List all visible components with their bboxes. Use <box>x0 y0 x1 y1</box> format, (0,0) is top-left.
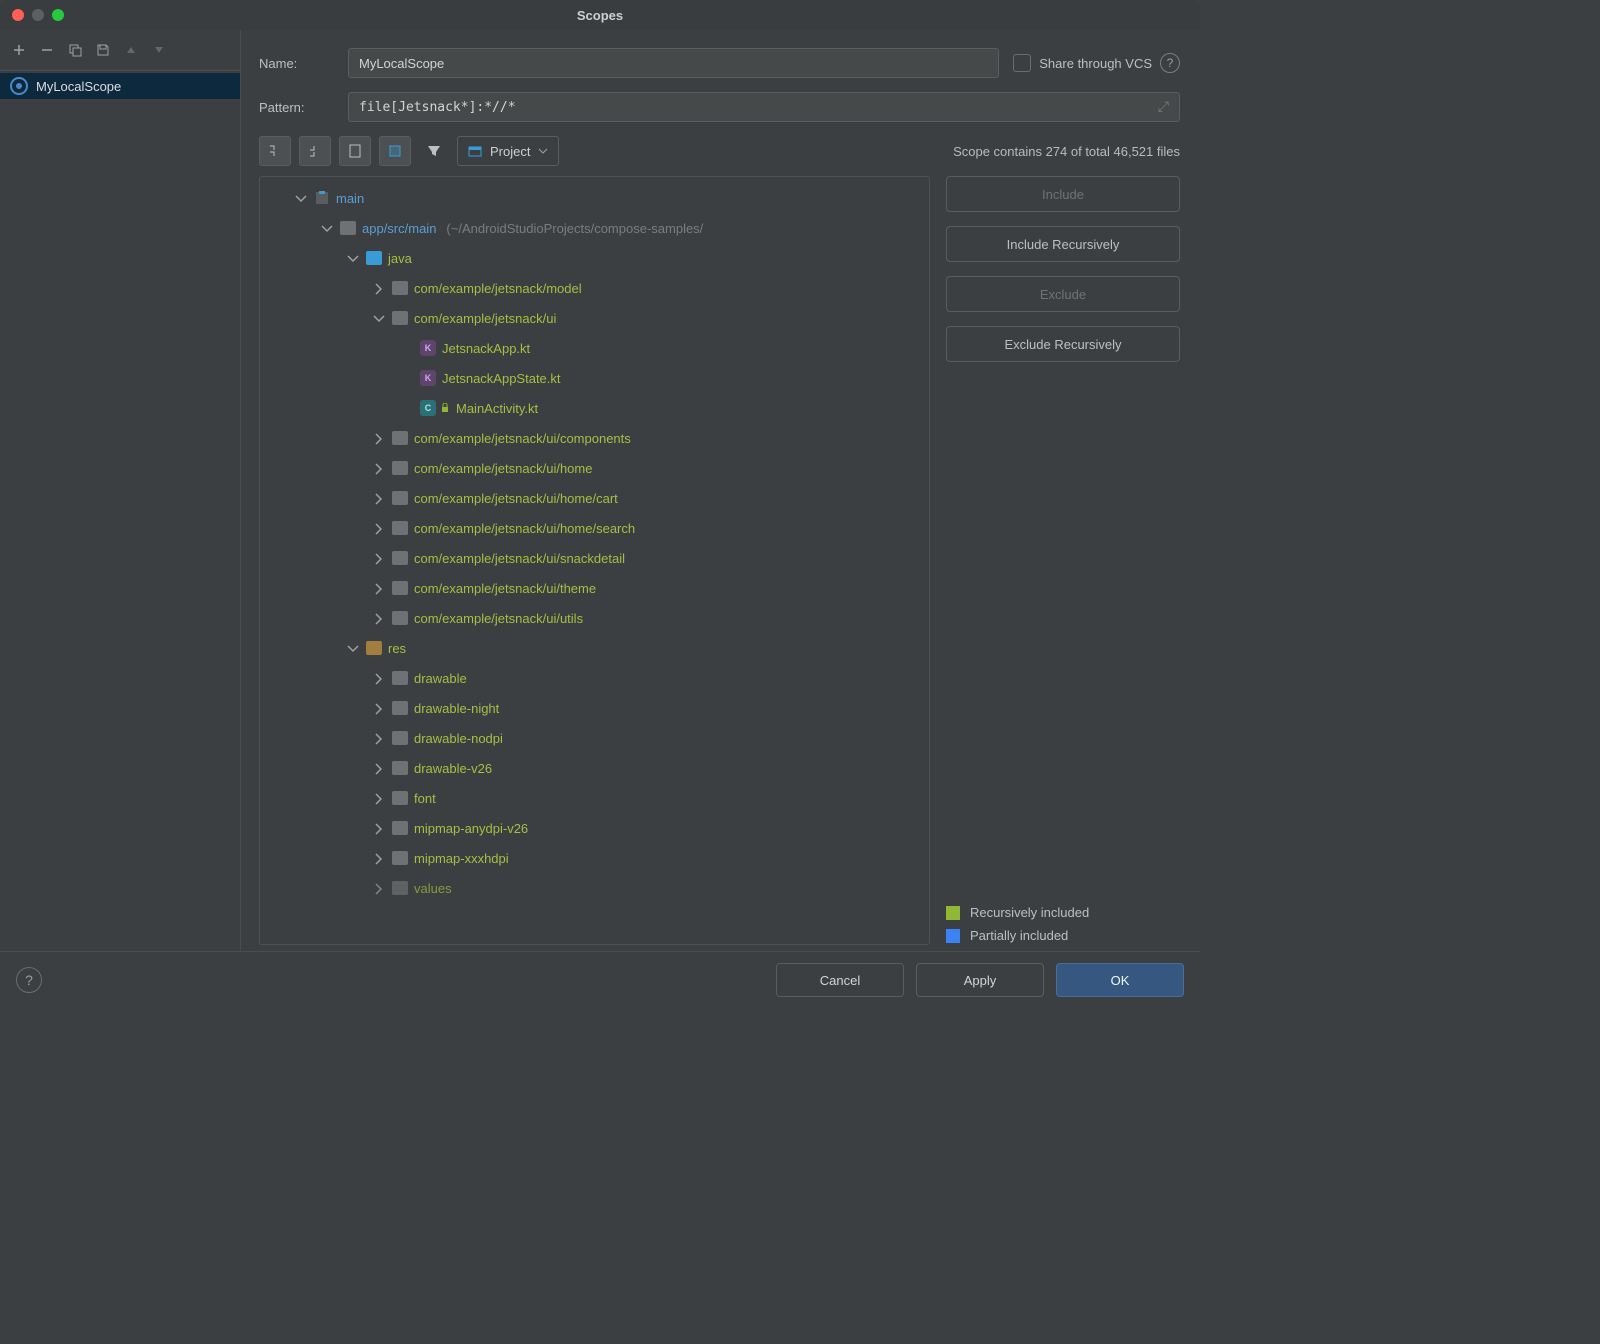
tree-file[interactable]: K JetsnackAppState.kt <box>260 363 929 393</box>
add-icon[interactable] <box>6 38 32 62</box>
legend-recursive: Recursively included <box>946 905 1180 920</box>
tree-node-java[interactable]: java <box>260 243 929 273</box>
folder-icon <box>392 851 408 865</box>
tree-node-main[interactable]: main <box>260 183 929 213</box>
folder-icon <box>392 671 408 685</box>
folder-icon <box>392 731 408 745</box>
kotlin-file-icon: K <box>420 340 436 356</box>
new-file-icon[interactable] <box>339 136 371 166</box>
tree-node[interactable]: mipmap-xxxhdpi <box>260 843 929 873</box>
scope-stats: Scope contains 274 of total 46,521 files <box>953 144 1180 159</box>
folder-icon <box>392 761 408 775</box>
window-title: Scopes <box>0 8 1200 23</box>
folder-icon <box>392 431 408 445</box>
ok-button[interactable]: OK <box>1056 963 1184 997</box>
expand-tree-icon[interactable] <box>259 136 291 166</box>
share-through-vcs-checkbox[interactable]: Share through VCS ? <box>1013 53 1180 73</box>
tree-node[interactable]: com/example/jetsnack/ui/components <box>260 423 929 453</box>
lock-icon <box>440 403 450 413</box>
module-icon <box>314 190 330 206</box>
tree-node[interactable]: drawable-v26 <box>260 753 929 783</box>
tree-node-res[interactable]: res <box>260 633 929 663</box>
folder-icon <box>392 581 408 595</box>
save-icon[interactable] <box>90 38 116 62</box>
folder-icon <box>340 221 356 235</box>
titlebar: Scopes <box>0 0 1200 30</box>
folder-icon <box>392 491 408 505</box>
folder-icon <box>392 281 408 295</box>
scope-item-label: MyLocalScope <box>36 79 121 94</box>
scope-item-mylocalscope[interactable]: MyLocalScope <box>0 73 240 99</box>
tree-node[interactable]: com/example/jetsnack/ui/home/cart <box>260 483 929 513</box>
move-down-icon <box>146 38 172 62</box>
folder-icon <box>392 461 408 475</box>
tree-file[interactable]: K JetsnackApp.kt <box>260 333 929 363</box>
folder-icon <box>392 791 408 805</box>
pattern-label: Pattern: <box>259 100 334 115</box>
tree-node[interactable]: drawable-night <box>260 693 929 723</box>
scope-radio-icon <box>10 77 28 95</box>
project-icon <box>468 145 482 157</box>
folder-icon <box>392 821 408 835</box>
tree-node[interactable]: com/example/jetsnack/ui/snackdetail <box>260 543 929 573</box>
exclude-recursively-button[interactable]: Exclude Recursively <box>946 326 1180 362</box>
include-button[interactable]: Include <box>946 176 1180 212</box>
name-input[interactable]: MyLocalScope <box>348 48 999 78</box>
tree-node[interactable]: com/example/jetsnack/ui/home/search <box>260 513 929 543</box>
pattern-input[interactable]: file[Jetsnack*]:*//* ⤢ <box>348 92 1180 122</box>
view-selector[interactable]: Project <box>457 136 559 166</box>
legend-partial: Partially included <box>946 928 1180 943</box>
main-panel: Name: MyLocalScope Share through VCS ? P… <box>241 30 1200 951</box>
file-tree[interactable]: main app/src/main (~/AndroidStudioProjec… <box>259 176 930 945</box>
folder-icon <box>392 551 408 565</box>
cancel-button[interactable]: Cancel <box>776 963 904 997</box>
tree-node[interactable]: drawable-nodpi <box>260 723 929 753</box>
folder-icon <box>392 611 408 625</box>
tree-file[interactable]: C MainActivity.kt <box>260 393 929 423</box>
dialog-footer: ? Cancel Apply OK <box>0 951 1200 1008</box>
folder-icon <box>392 701 408 715</box>
tree-node[interactable]: com/example/jetsnack/model <box>260 273 929 303</box>
sidebar-toolbar <box>0 30 240 71</box>
tree-node[interactable]: values <box>260 873 929 903</box>
legend-swatch-icon <box>946 906 960 920</box>
tree-node[interactable]: drawable <box>260 663 929 693</box>
exclude-button[interactable]: Exclude <box>946 276 1180 312</box>
include-recursively-button[interactable]: Include Recursively <box>946 226 1180 262</box>
legend-swatch-icon <box>946 929 960 943</box>
help-icon[interactable]: ? <box>1160 53 1180 73</box>
apply-button[interactable]: Apply <box>916 963 1044 997</box>
activity-file-icon: C <box>420 400 436 416</box>
folder-icon <box>366 251 382 265</box>
remove-icon[interactable] <box>34 38 60 62</box>
collapse-tree-icon[interactable] <box>299 136 331 166</box>
tree-node[interactable]: com/example/jetsnack/ui/theme <box>260 573 929 603</box>
filter-icon[interactable] <box>419 137 449 165</box>
folder-icon <box>392 311 408 325</box>
sidebar: MyLocalScope <box>0 30 241 951</box>
folder-icon <box>392 881 408 895</box>
tree-node[interactable]: font <box>260 783 929 813</box>
folder-icon <box>392 521 408 535</box>
folder-icon <box>366 641 382 655</box>
checkbox-icon <box>1013 54 1031 72</box>
help-icon[interactable]: ? <box>16 967 42 993</box>
tree-node[interactable]: com/example/jetsnack/ui <box>260 303 929 333</box>
copy-icon[interactable] <box>62 38 88 62</box>
expand-icon[interactable]: ⤢ <box>1158 99 1169 115</box>
tree-node[interactable]: com/example/jetsnack/ui/home <box>260 453 929 483</box>
move-up-icon <box>118 38 144 62</box>
layout-icon[interactable] <box>379 136 411 166</box>
tree-node[interactable]: com/example/jetsnack/ui/utils <box>260 603 929 633</box>
name-label: Name: <box>259 56 334 71</box>
tree-node-app[interactable]: app/src/main (~/AndroidStudioProjects/co… <box>260 213 929 243</box>
scope-list: MyLocalScope <box>0 71 240 951</box>
kotlin-file-icon: K <box>420 370 436 386</box>
tree-node[interactable]: mipmap-anydpi-v26 <box>260 813 929 843</box>
chevron-down-icon <box>538 147 548 155</box>
